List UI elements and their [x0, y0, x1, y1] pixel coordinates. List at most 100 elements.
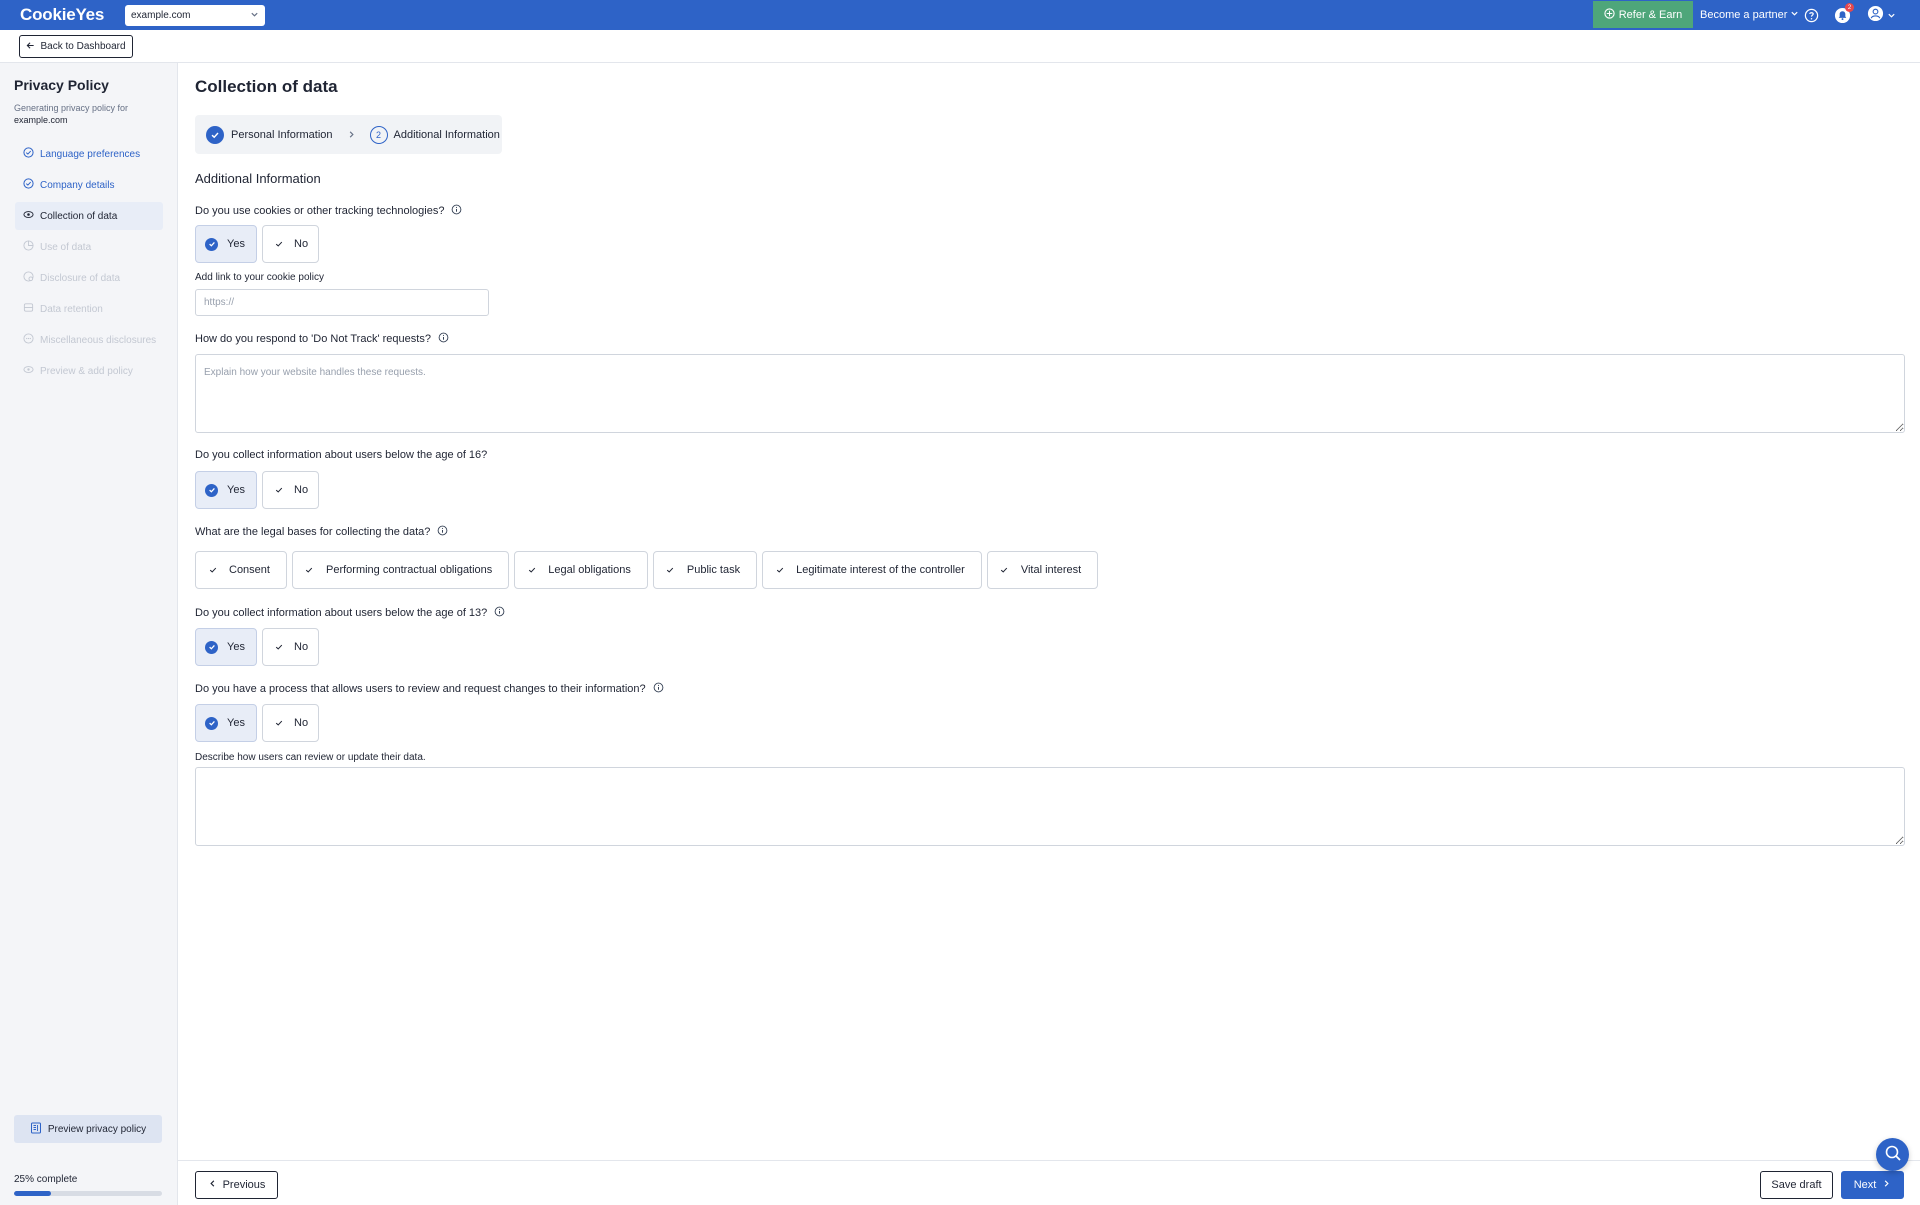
dnt-response-textarea[interactable]: [195, 354, 1905, 433]
back-to-dashboard-button[interactable]: Back to Dashboard: [19, 35, 133, 58]
chevron-left-icon: [208, 1179, 217, 1191]
question-review-process: Do you have a process that allows users …: [195, 682, 664, 696]
sidebar-item-collection-of-data[interactable]: Collection of data: [15, 202, 163, 230]
sidebar-item-label: Language preferences: [40, 148, 141, 160]
cookieyes-logo[interactable]: CookieYes: [20, 5, 104, 25]
review-yes-no: Yes No: [195, 704, 319, 742]
page-title: Collection of data: [195, 77, 338, 96]
sidebar-item-miscellaneous-disclosures[interactable]: Miscellaneous disclosures: [15, 326, 163, 354]
become-partner-label: Become a partner: [1700, 9, 1788, 21]
progress-label: 25% complete: [14, 1174, 78, 1185]
cookie-policy-link-input[interactable]: [195, 289, 489, 316]
user-menu[interactable]: [1865, 5, 1897, 25]
search-help-button[interactable]: [1876, 1138, 1909, 1171]
notifications-icon[interactable]: 2: [1833, 3, 1854, 24]
arrow-left-icon: [26, 41, 35, 53]
sidebar-item-label: Miscellaneous disclosures: [40, 334, 157, 346]
review-no-option[interactable]: No: [262, 704, 319, 742]
option-label: No: [294, 484, 309, 496]
save-draft-label: Save draft: [1771, 1179, 1822, 1191]
pie-chart-icon: [23, 240, 34, 254]
question-text: Do you collect information about users b…: [195, 607, 488, 619]
basis-contractual-option[interactable]: Performing contractual obligations: [291, 551, 510, 589]
sidebar-item-company-details[interactable]: Company details: [15, 171, 163, 199]
chevron-down-icon: [1887, 8, 1896, 23]
site-selector[interactable]: example.com: [125, 5, 265, 26]
info-icon[interactable]: [653, 682, 664, 696]
basis-vital-interest-option[interactable]: Vital interest: [986, 551, 1099, 589]
basis-legal-obligations-option[interactable]: Legal obligations: [514, 551, 648, 589]
check-icon: [272, 486, 285, 494]
info-icon[interactable]: [451, 204, 462, 218]
basis-legitimate-interest-option[interactable]: Legitimate interest of the controller: [762, 551, 982, 589]
check-icon: [272, 240, 285, 248]
next-button[interactable]: Next: [1841, 1171, 1904, 1199]
sidebar-item-label: Data retention: [40, 303, 103, 315]
chevron-down-icon: [250, 10, 259, 22]
info-icon[interactable]: [437, 525, 448, 539]
progress-bar: [14, 1191, 162, 1196]
sidebar-item-use-of-data[interactable]: Use of data: [15, 233, 163, 261]
question-text: What are the legal bases for collecting …: [195, 526, 431, 538]
section-title: Additional Information: [195, 171, 321, 186]
basis-public-task-option[interactable]: Public task: [652, 551, 758, 589]
option-label: Yes: [227, 717, 245, 729]
question-cookies: Do you use cookies or other tracking tec…: [195, 204, 462, 218]
cookies-no-option[interactable]: No: [262, 225, 319, 263]
cookies-yes-option[interactable]: Yes: [195, 225, 257, 263]
question-text: Do you collect information about users b…: [195, 449, 488, 461]
back-to-dashboard-label: Back to Dashboard: [40, 41, 126, 52]
option-label: Performing contractual obligations: [325, 564, 493, 576]
step-additional-information[interactable]: Additional Information: [394, 129, 500, 141]
legal-bases-options: Consent Performing contractual obligatio…: [195, 551, 1099, 589]
sidebar-item-data-retention[interactable]: Data retention: [15, 295, 163, 323]
avatar-icon: [1867, 5, 1884, 25]
database-icon: [23, 302, 34, 316]
stepper: Personal Information 2 Additional Inform…: [195, 115, 502, 154]
site-selector-value: example.com: [131, 10, 191, 21]
next-label: Next: [1853, 1179, 1877, 1191]
age13-no-option[interactable]: No: [262, 628, 319, 666]
sidebar-item-preview-add-policy[interactable]: Preview & add policy: [15, 357, 163, 385]
preview-privacy-policy-button[interactable]: Preview privacy policy: [14, 1115, 162, 1143]
option-label: Yes: [227, 641, 245, 653]
sidebar-item-disclosure-of-data[interactable]: Disclosure of data: [15, 264, 163, 292]
check-circle-icon: [205, 716, 218, 730]
info-icon[interactable]: [438, 332, 449, 346]
help-icon[interactable]: [1802, 6, 1820, 24]
check-circle-icon: [205, 483, 218, 497]
check-circle-icon: [23, 147, 34, 161]
sidebar-item-label: Collection of data: [40, 210, 118, 222]
age16-no-option[interactable]: No: [262, 471, 319, 509]
question-text: How do you respond to 'Do Not Track' req…: [195, 333, 431, 345]
option-label: Consent: [229, 564, 270, 576]
previous-button[interactable]: Previous: [195, 1171, 278, 1199]
sidebar-title: Privacy Policy: [14, 77, 109, 93]
cookies-yes-no: Yes No: [195, 225, 319, 263]
check-circle-icon: [23, 178, 34, 192]
eye-icon: [23, 364, 34, 378]
check-icon: [998, 566, 1011, 574]
age16-yes-option[interactable]: Yes: [195, 471, 257, 509]
sidebar-item-language-preferences[interactable]: Language preferences: [15, 140, 163, 168]
check-icon: [206, 125, 224, 144]
sub-header: Back to Dashboard: [0, 30, 1920, 63]
check-icon: [525, 566, 538, 574]
check-icon: [303, 566, 316, 574]
become-partner-menu[interactable]: Become a partner: [1700, 0, 1799, 30]
main-content: Collection of data Personal Information …: [178, 63, 1920, 1160]
step-personal-information[interactable]: Personal Information: [231, 129, 333, 141]
refer-earn-button[interactable]: Refer & Earn: [1593, 1, 1693, 28]
previous-label: Previous: [222, 1179, 266, 1191]
option-label: No: [294, 717, 309, 729]
cookie-link-label: Add link to your cookie policy: [195, 272, 324, 283]
save-draft-button[interactable]: Save draft: [1760, 1171, 1833, 1199]
basis-consent-option[interactable]: Consent: [195, 551, 287, 589]
review-yes-option[interactable]: Yes: [195, 704, 257, 742]
option-label: Public task: [686, 564, 741, 576]
check-icon: [773, 566, 786, 574]
info-icon[interactable]: [494, 606, 505, 620]
review-description-textarea[interactable]: [195, 767, 1905, 846]
check-icon: [664, 566, 677, 574]
age13-yes-option[interactable]: Yes: [195, 628, 257, 666]
